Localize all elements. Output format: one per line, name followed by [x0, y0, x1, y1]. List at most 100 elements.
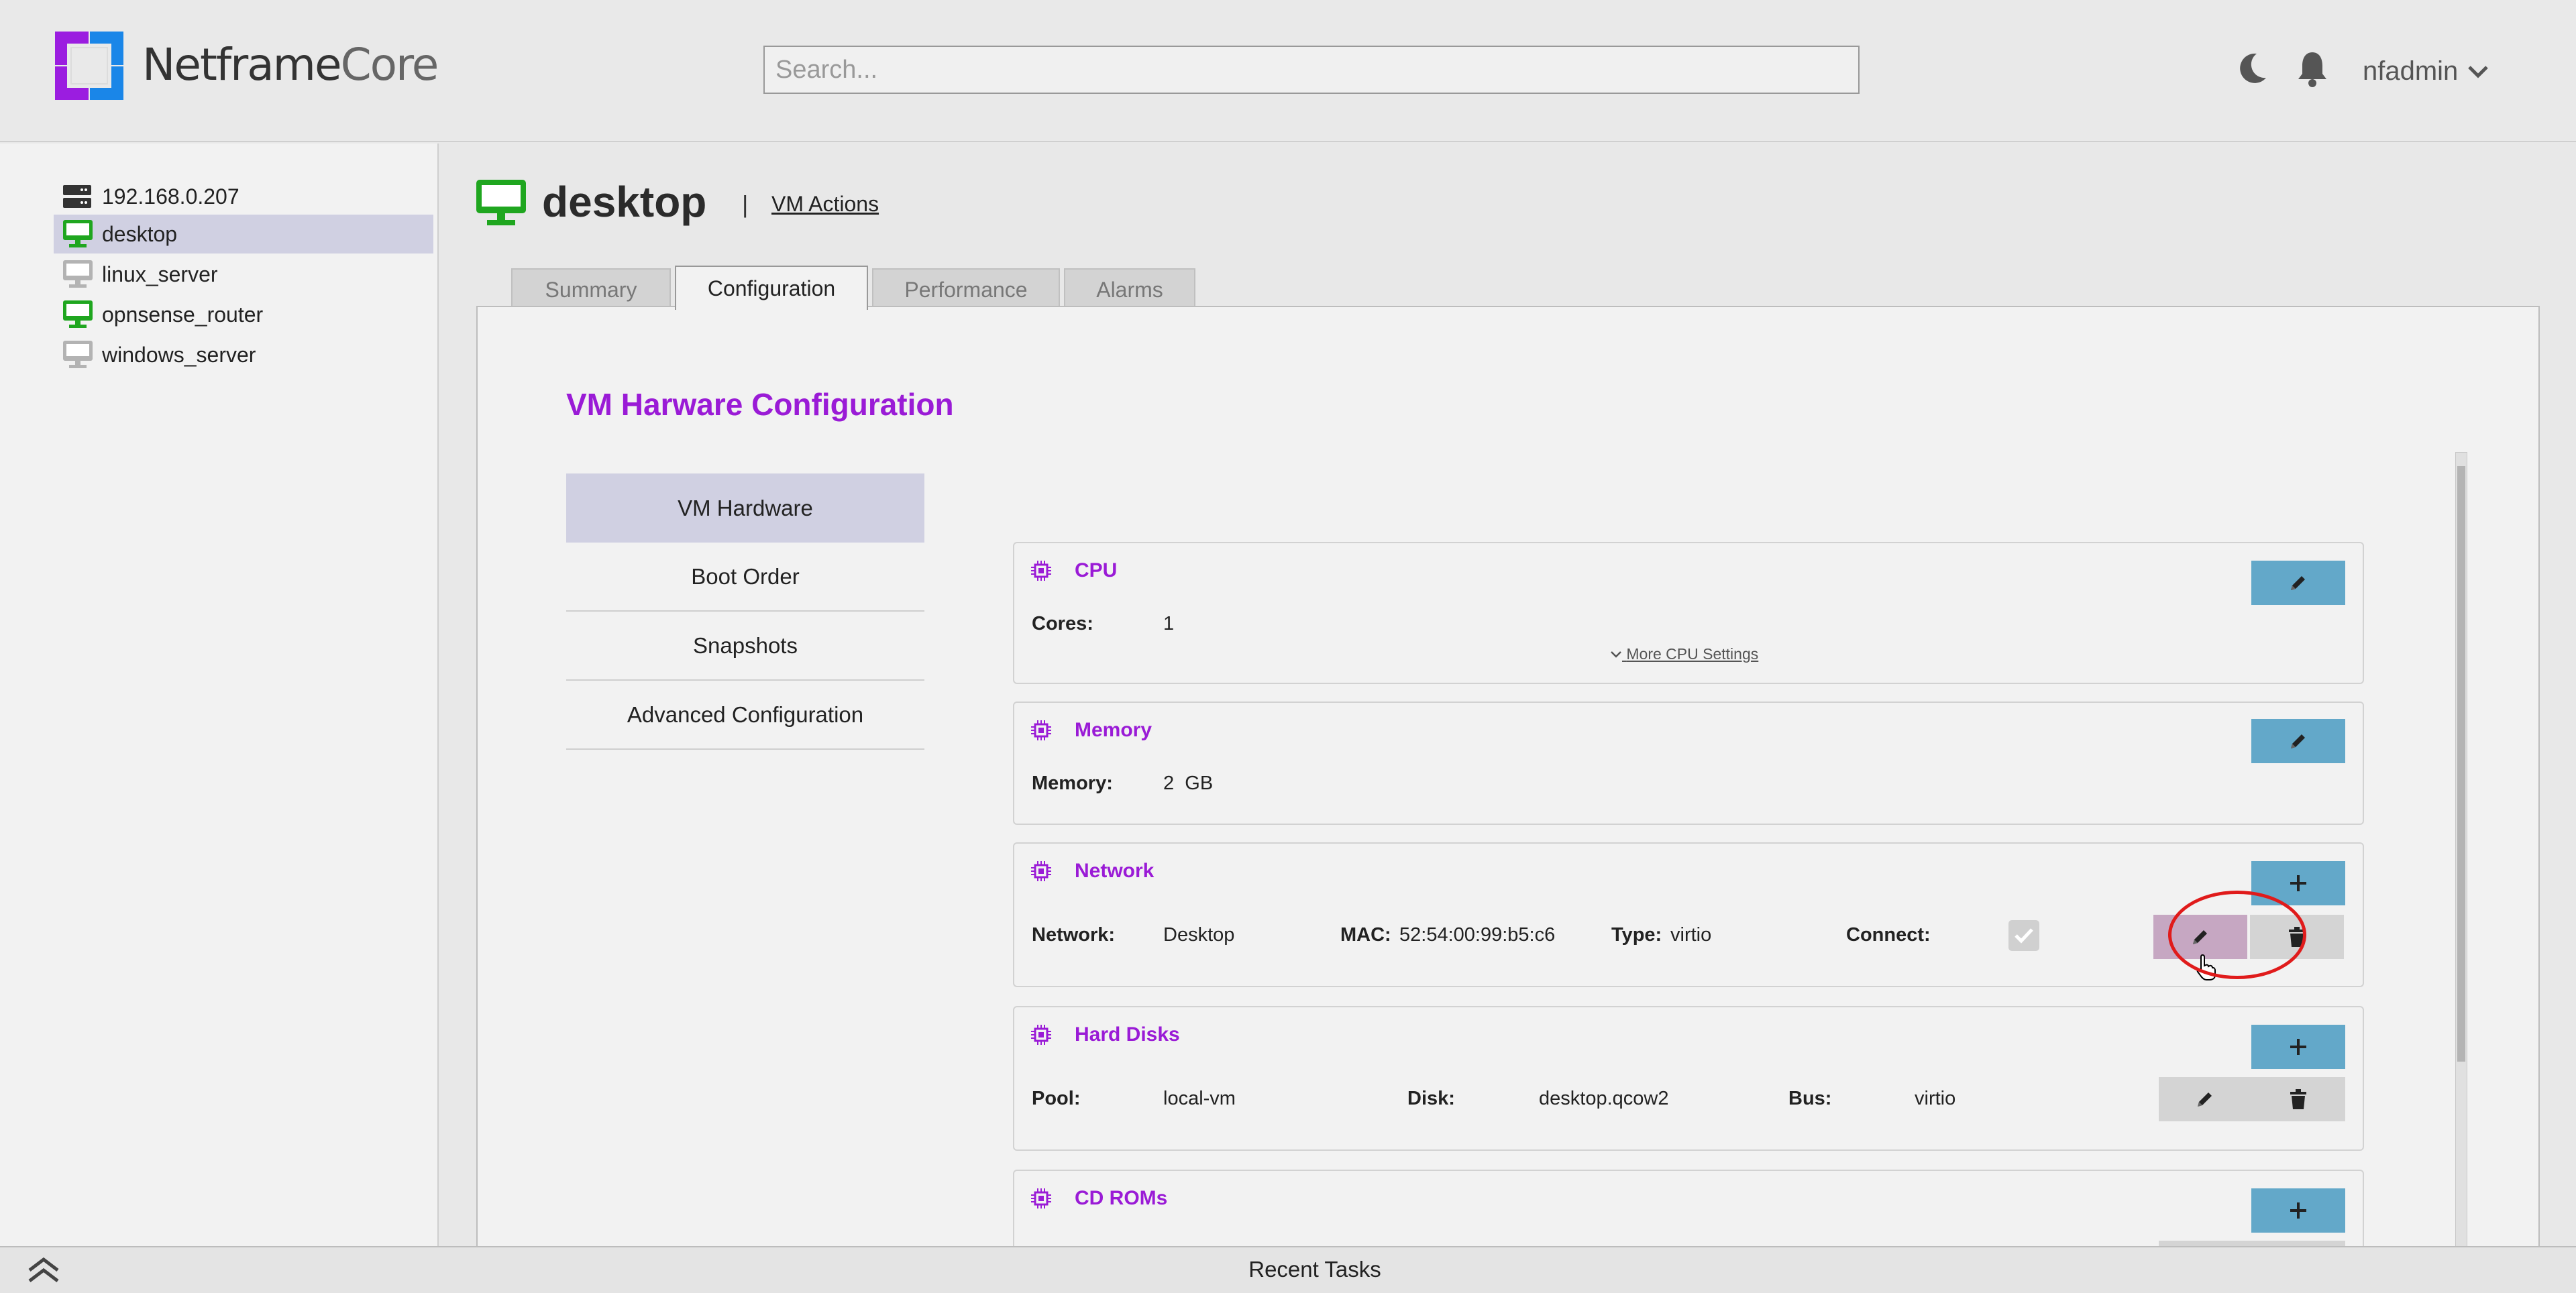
edit-memory-button[interactable] — [2251, 719, 2345, 763]
menu-advanced-configuration[interactable]: Advanced Configuration — [566, 681, 924, 750]
inventory-sidebar: 192.168.0.207 desktop linux_server opnse… — [0, 144, 439, 1246]
hard-disks-card: Hard Disks Pool: local-vm Disk: desktop.… — [1013, 1006, 2364, 1151]
tree-item-windows-server[interactable]: windows_server — [54, 335, 433, 374]
menu-snapshots[interactable]: Snapshots — [566, 612, 924, 681]
mac-label: MAC: — [1340, 924, 1391, 946]
edit-disk-button[interactable] — [2159, 1077, 2251, 1121]
edit-cpu-button[interactable] — [2251, 561, 2345, 605]
checkmark-icon — [2015, 928, 2033, 944]
bus-value: virtio — [1915, 1088, 1956, 1109]
chip-icon — [1031, 861, 1051, 881]
cpu-card-header: CPU — [1030, 559, 1117, 582]
pencil-icon — [2291, 734, 2305, 748]
bell-icon[interactable] — [2294, 48, 2330, 89]
plus-icon — [2290, 1202, 2306, 1219]
tree-item-label: opnsense_router — [102, 302, 264, 327]
tab-summary[interactable]: Summary — [511, 268, 671, 310]
vm-name-title: desktop — [542, 178, 707, 226]
tab-configuration[interactable]: Configuration — [675, 266, 868, 310]
bus-label-cell: Bus: — [1788, 1088, 1831, 1110]
tree-item-label: linux_server — [102, 262, 218, 286]
memory-label-cell: Memory: — [1032, 773, 1113, 795]
config-title: VM Harware Configuration — [566, 387, 954, 422]
type-value: virtio — [1670, 924, 1712, 946]
trash-icon — [2289, 927, 2305, 947]
bus-label: Bus: — [1788, 1088, 1832, 1109]
connect-checkbox[interactable] — [2008, 920, 2039, 951]
more-cpu-settings-label: More CPU Settings — [1626, 645, 1759, 663]
configuration-panel: VM Harware Configuration VM Hardware Boo… — [476, 306, 2540, 1258]
menu-vm-hardware[interactable]: VM Hardware — [566, 473, 924, 543]
brand-name: NetframeCore — [142, 39, 439, 91]
chip-icon — [1031, 720, 1051, 740]
memory-value: 2 — [1163, 773, 1175, 794]
search-input[interactable] — [763, 46, 1860, 94]
chip-icon — [1031, 561, 1051, 581]
network-label: Network: — [1032, 924, 1116, 946]
config-scrollbar[interactable] — [2455, 452, 2467, 1257]
server-icon — [63, 185, 91, 208]
vm-actions-link[interactable]: VM Actions — [771, 192, 879, 217]
tree-item-label: desktop — [102, 221, 178, 246]
chevron-down-icon — [2468, 65, 2489, 78]
memory-unit: GB — [1185, 773, 1214, 794]
tree-item-desktop[interactable]: desktop — [54, 215, 433, 254]
add-cdrom-button[interactable] — [2251, 1188, 2345, 1233]
tree-item-linux-server[interactable]: linux_server — [54, 255, 433, 294]
disk-value: desktop.qcow2 — [1539, 1088, 1669, 1109]
disk-label-cell: Disk: — [1407, 1088, 1455, 1110]
scrollbar-thumb[interactable] — [2457, 466, 2465, 1062]
plus-icon — [2290, 875, 2306, 891]
monitor-running-icon — [63, 300, 93, 328]
main-content: desktop | VM Actions Summary Configurati… — [440, 144, 2576, 1258]
tree-item-host[interactable]: 192.168.0.207 — [54, 177, 433, 216]
memory-value-cell: 2 GB — [1163, 773, 1213, 795]
monitor-stopped-icon — [63, 341, 93, 368]
cores-label: Cores: — [1032, 613, 1093, 634]
moon-icon[interactable] — [2234, 48, 2270, 89]
monitor-running-icon — [476, 180, 526, 225]
trash-icon — [2290, 1089, 2306, 1109]
connect-label-cell: Connect: — [1846, 924, 1931, 946]
config-menu: VM Hardware Boot Order Snapshots Advance… — [566, 473, 924, 750]
pencil-icon — [2198, 1092, 2212, 1107]
disk-label: Disk: — [1407, 1088, 1455, 1109]
tree-item-label: 192.168.0.207 — [102, 184, 239, 209]
network-card: Network Network: Desktop MAC: 52:54:00:9… — [1013, 842, 2364, 987]
top-header: NetframeCore nfadmin — [0, 0, 2576, 142]
edit-network-button[interactable] — [2153, 915, 2247, 959]
tab-performance[interactable]: Performance — [872, 268, 1060, 310]
delete-disk-button[interactable] — [2251, 1077, 2345, 1121]
menu-boot-order[interactable]: Boot Order — [566, 543, 924, 612]
pool-label-cell: Pool: — [1032, 1088, 1081, 1110]
delete-network-button[interactable] — [2250, 915, 2344, 959]
monitor-running-icon — [63, 220, 93, 247]
monitor-stopped-icon — [63, 260, 93, 288]
pool-label: Pool: — [1032, 1088, 1081, 1109]
memory-card-header: Memory — [1030, 719, 1152, 742]
add-network-button[interactable] — [2251, 861, 2345, 905]
mac-value: 52:54:00:99:b5:c6 — [1399, 924, 1556, 946]
brand-name-part2: Core — [340, 39, 439, 91]
more-cpu-settings-link[interactable]: More CPU Settings — [1610, 645, 1758, 663]
chip-icon — [1031, 1025, 1051, 1045]
memory-label: Memory: — [1032, 773, 1113, 794]
vm-tabs: Summary Configuration Performance Alarms — [511, 266, 1199, 310]
tab-alarms[interactable]: Alarms — [1064, 268, 1195, 310]
recent-tasks-label[interactable]: Recent Tasks — [0, 1257, 2576, 1282]
cd-roms-card-title: CD ROMs — [1075, 1187, 1168, 1209]
pencil-icon — [2291, 576, 2305, 590]
brand-name-part1: Netframe — [142, 39, 342, 91]
recent-tasks-bar: Recent Tasks — [0, 1246, 2576, 1293]
add-disk-button[interactable] — [2251, 1025, 2345, 1069]
type-label: Type: — [1611, 924, 1662, 946]
hand-cursor-icon — [2196, 954, 2216, 980]
pool-value: local-vm — [1163, 1088, 1236, 1109]
tree-item-opnsense-router[interactable]: opnsense_router — [54, 295, 433, 334]
plus-icon — [2290, 1039, 2306, 1055]
user-menu[interactable]: nfadmin — [2363, 56, 2489, 87]
title-separator: | — [742, 190, 749, 218]
cd-roms-card: CD ROMs — [1013, 1170, 2364, 1257]
network-value: Desktop — [1163, 924, 1235, 946]
cores-value: 1 — [1163, 613, 1175, 634]
